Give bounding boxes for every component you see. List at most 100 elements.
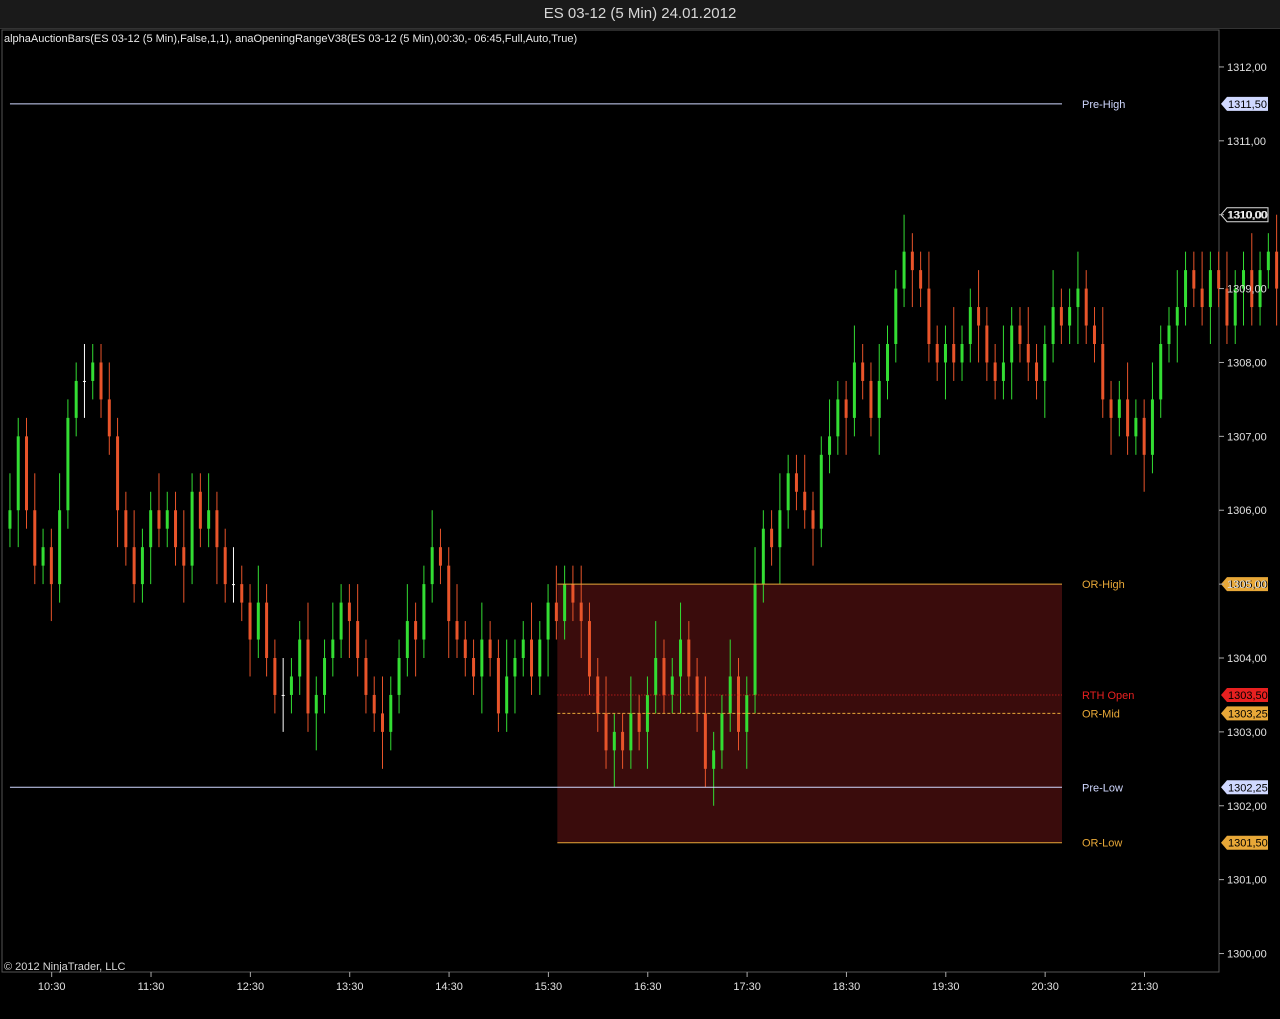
x-tick-label: 10:30	[38, 981, 66, 993]
candle	[66, 399, 70, 529]
price-tag-label: 1302,25	[1228, 782, 1268, 794]
x-tick-label: 12:30	[237, 981, 265, 993]
x-tick-label: 20:30	[1031, 981, 1059, 993]
candle-body	[323, 658, 327, 695]
candle-body	[902, 251, 906, 289]
x-tick-label: 13:30	[336, 981, 364, 993]
candle-body	[16, 436, 20, 511]
candle-body	[886, 344, 890, 381]
candle-body	[289, 676, 293, 695]
price-tag: 1301,50	[1221, 835, 1268, 850]
candle-body	[372, 694, 376, 714]
candle-body	[397, 658, 401, 695]
candle-body	[530, 639, 534, 677]
candle-body	[41, 547, 45, 566]
x-tick-label: 19:30	[932, 981, 960, 993]
x-tick-label: 17:30	[733, 981, 761, 993]
candle-body	[364, 658, 368, 695]
y-tick-label: 1300,00	[1227, 949, 1267, 961]
chart-window: ES 03-12 (5 Min) 24.01.2012 Pre-High 1311…	[0, 0, 1280, 1019]
price-tag: 1303,50	[1221, 687, 1268, 702]
candle-body	[712, 750, 716, 769]
candle-body	[455, 621, 459, 640]
candle-body	[687, 639, 691, 677]
candle-body	[422, 584, 426, 640]
candle-body	[306, 639, 310, 714]
candle-body	[240, 584, 244, 603]
candle-body	[215, 510, 219, 548]
candle-body	[1275, 251, 1279, 289]
level-name-or-high: OR-High	[1082, 579, 1125, 591]
candle-body	[703, 713, 707, 769]
candle-body	[571, 584, 575, 603]
candle	[1275, 214, 1279, 326]
candle-body	[604, 713, 608, 751]
candle-body	[786, 473, 790, 511]
candle-body	[1043, 344, 1047, 381]
y-tick-label: 1306,00	[1227, 505, 1267, 517]
candle-body	[273, 658, 277, 695]
candle-body	[1084, 288, 1088, 326]
candle-body	[107, 399, 111, 437]
candle-body	[546, 602, 550, 640]
candle-body	[1200, 288, 1204, 308]
candle-body	[1117, 399, 1121, 418]
y-tick-label: 1302,00	[1227, 801, 1267, 813]
candle-body	[182, 547, 186, 566]
candle-body	[1092, 325, 1096, 344]
candle-body	[74, 380, 78, 418]
candle-body	[124, 510, 128, 548]
candle-body	[1266, 251, 1270, 271]
candle-body	[140, 547, 144, 585]
candle-body	[49, 547, 53, 585]
x-tick-label: 11:30	[138, 981, 165, 993]
candle-body	[438, 547, 442, 566]
candle-body	[25, 436, 29, 511]
candle-body	[314, 694, 318, 714]
y-tick-label: 1309,00	[1227, 284, 1267, 296]
y-tick-label: 1310,00	[1227, 210, 1267, 222]
candle-body	[844, 399, 848, 418]
candle-body	[463, 639, 467, 658]
candle-body	[132, 547, 136, 585]
candle-body	[1208, 270, 1212, 308]
candle-body	[1109, 399, 1113, 418]
candle-body	[852, 362, 856, 418]
candle-body	[256, 602, 260, 640]
candle-body	[231, 584, 235, 586]
candle-body	[99, 362, 103, 400]
y-tick-label: 1303,00	[1227, 727, 1267, 739]
candle-body	[894, 288, 898, 344]
candle-body	[794, 473, 798, 492]
x-tick-label: 16:30	[634, 981, 662, 993]
candle	[1233, 270, 1237, 344]
candle-body	[1018, 325, 1022, 344]
candle-body	[952, 344, 956, 363]
price-tag-label: 1311,50	[1228, 99, 1267, 111]
candle-body	[414, 621, 418, 640]
candle-body	[1167, 325, 1171, 344]
candle-body	[1217, 270, 1221, 289]
candle-body	[66, 417, 70, 511]
candle-body	[82, 380, 86, 382]
level-name-pre-high: Pre-High	[1082, 99, 1125, 111]
candle-body	[654, 658, 658, 695]
price-tag-label: 1301,50	[1228, 838, 1268, 850]
candle-body	[819, 454, 823, 529]
candle-body	[1026, 344, 1030, 363]
candle-body	[621, 731, 625, 751]
copyright-text: © 2012 NinjaTrader, LLC	[4, 961, 126, 973]
candle-body	[157, 510, 161, 529]
price-tag-label: 1303,50	[1228, 690, 1268, 702]
candle-body	[587, 621, 591, 677]
candle-body	[1159, 344, 1163, 400]
candle-body	[968, 307, 972, 344]
candle-body	[977, 307, 981, 326]
candle	[1266, 233, 1270, 289]
candle-body	[1134, 417, 1138, 437]
candle-body	[629, 713, 633, 751]
price-chart[interactable]: Pre-High 1311,50 OR-High 1305,00 RTH Open 130…	[0, 0, 1280, 1019]
candle-body	[662, 658, 666, 695]
candle-body	[960, 344, 964, 363]
candle-body	[356, 621, 360, 658]
